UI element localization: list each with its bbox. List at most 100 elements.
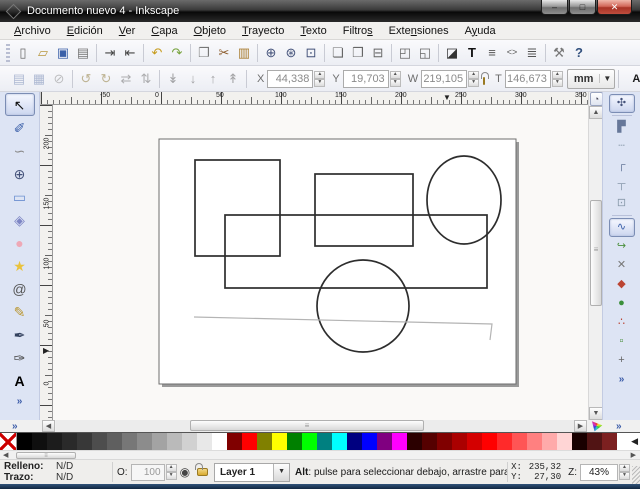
palette-swatch[interactable] [572,433,587,451]
snapbar-overflow-chevron[interactable]: » [619,374,625,385]
duplicate[interactable]: ❏ [328,42,348,64]
palette-swatch[interactable] [122,433,137,451]
x-spinner[interactable]: ▲▼ [314,71,325,87]
palette-swatch[interactable] [347,433,362,451]
layers-dialog[interactable]: ≡ [482,42,502,64]
zoom-field[interactable]: 43% [580,464,618,481]
group[interactable]: ◰ [395,42,415,64]
tool-node-editor[interactable]: ✐ [5,116,35,139]
menu-item[interactable]: Trayecto [234,23,292,39]
lower-to-bottom[interactable]: ↡ [163,68,183,90]
palette-swatch[interactable] [587,433,602,451]
palette-scroll-thumb[interactable]: ≡ [16,452,76,459]
redo[interactable]: ↷ [167,42,187,64]
palette-swatch[interactable] [602,433,617,451]
palette-swatch[interactable] [152,433,167,451]
units-dropdown[interactable]: mm▼ [567,69,616,89]
snap-smooth-nodes[interactable]: ● [609,294,635,313]
snap-bbox-centers[interactable]: ⊡ [609,194,635,213]
tool-zoom[interactable]: ⊕ [5,162,35,185]
layer-dropdown-arrow[interactable]: ▼ [273,464,289,481]
palette-swatch[interactable] [272,433,287,451]
palette-swatch[interactable] [527,433,542,451]
scroll-down-arrow[interactable]: ▼ [589,407,603,420]
palette-swatch[interactable] [557,433,572,451]
palette-swatch[interactable] [32,433,47,451]
snap-bounding-box[interactable]: ▛ [609,118,635,137]
ungroup[interactable]: ◱ [415,42,435,64]
layer-visibility-eye-icon[interactable]: ◉ [180,465,190,479]
tool-rectangle[interactable]: ▭ [5,185,35,208]
menu-item[interactable]: Filtros [335,23,381,39]
menu-item[interactable]: Archivo [6,23,59,39]
zoom-spinner[interactable]: ▲▼ [619,464,630,480]
palette-swatch[interactable] [212,433,227,451]
snap-nodes[interactable]: ∿ [609,218,635,237]
palette-swatch[interactable] [392,433,407,451]
palette-swatch[interactable] [197,433,212,451]
menu-item[interactable]: Extensiones [381,23,457,39]
menu-item[interactable]: Ver [111,23,144,39]
palette-scroll-right[interactable]: ▶ [631,451,636,459]
maximize-button[interactable]: □ [569,0,596,15]
palette-swatch[interactable] [137,433,152,451]
align-dialog[interactable]: ≣ [522,42,542,64]
snap-object-centers[interactable]: ▫ [609,332,635,351]
zoom-page[interactable]: ⊡ [301,42,321,64]
tool-ellipse[interactable]: ● [5,231,35,254]
horizontal-scroll-track[interactable]: ≡ [56,420,574,432]
palette-swatch[interactable] [287,433,302,451]
import-image[interactable]: ⇥ [100,42,120,64]
tool-pencil[interactable]: ✎ [5,300,35,323]
create-clone[interactable]: ❒ [348,42,368,64]
zoom-drawing[interactable]: ⊛ [281,42,301,64]
palette-swatch[interactable] [497,433,512,451]
t-field[interactable]: 146,673 [505,70,551,88]
palette-swatch[interactable] [317,433,332,451]
flip-vertical[interactable]: ⇅ [136,68,156,90]
palette-swatch[interactable] [227,433,242,451]
no-color-swatch[interactable] [0,433,17,451]
snap-bbox-corners[interactable]: ┌ [609,156,635,175]
palette-swatch[interactable] [362,433,377,451]
palette-swatch[interactable] [182,433,197,451]
menu-item[interactable]: Edición [59,23,111,39]
rotate-ccw[interactable]: ↺ [76,68,96,90]
color-wheel-icon[interactable] [590,420,603,432]
snap-paths[interactable]: ↪ [609,237,635,256]
select-all-layers[interactable]: ▦ [29,68,49,90]
text-dialog[interactable]: T [462,42,482,64]
page-border[interactable] [159,139,516,384]
palette-swatch[interactable] [47,433,62,451]
snap-midpoints[interactable]: ∴ [609,313,635,332]
snap-bbox-edges[interactable]: ┄ [609,137,635,156]
fill-stroke-indicator[interactable]: Relleno: N/D Trazo: N/D [0,461,108,483]
select-all[interactable]: ▤ [9,68,29,90]
snap-bbox-edge-midpoints[interactable]: ┬ [609,175,635,194]
toolbar-grip[interactable] [6,44,10,62]
undo[interactable]: ↶ [147,42,167,64]
tool-3d-box[interactable]: ◈ [5,208,35,231]
opacity-field[interactable]: 100 [131,464,165,481]
palette-scroll-left[interactable]: ◀ [3,451,8,459]
copy[interactable]: ❐ [194,42,214,64]
xml-editor[interactable]: <> [502,42,522,64]
paste[interactable]: ▥ [234,42,254,64]
snapbar-overflow-chevron[interactable]: » [616,421,622,432]
open-folder[interactable]: ▱ [33,42,53,64]
palette-swatch[interactable] [377,433,392,451]
flip-horizontal[interactable]: ⇄ [116,68,136,90]
tool-calligraphy[interactable]: ✑ [5,346,35,369]
palette-swatch[interactable] [422,433,437,451]
minimize-button[interactable]: – [541,0,568,15]
snap-path-intersections[interactable]: ✕ [609,256,635,275]
palette-swatch[interactable] [257,433,272,451]
menu-item[interactable]: Capa [143,23,185,39]
zoom-selection[interactable]: ⊕ [261,42,281,64]
t-spinner[interactable]: ▲▼ [552,71,563,87]
vertical-ruler[interactable]: 200150100500▶ [40,105,53,420]
palette-swatch[interactable] [437,433,452,451]
snap-cusp-nodes[interactable]: ◆ [609,275,635,294]
rotate-cw[interactable]: ↻ [96,68,116,90]
open-padlock-icon[interactable] [483,77,485,85]
